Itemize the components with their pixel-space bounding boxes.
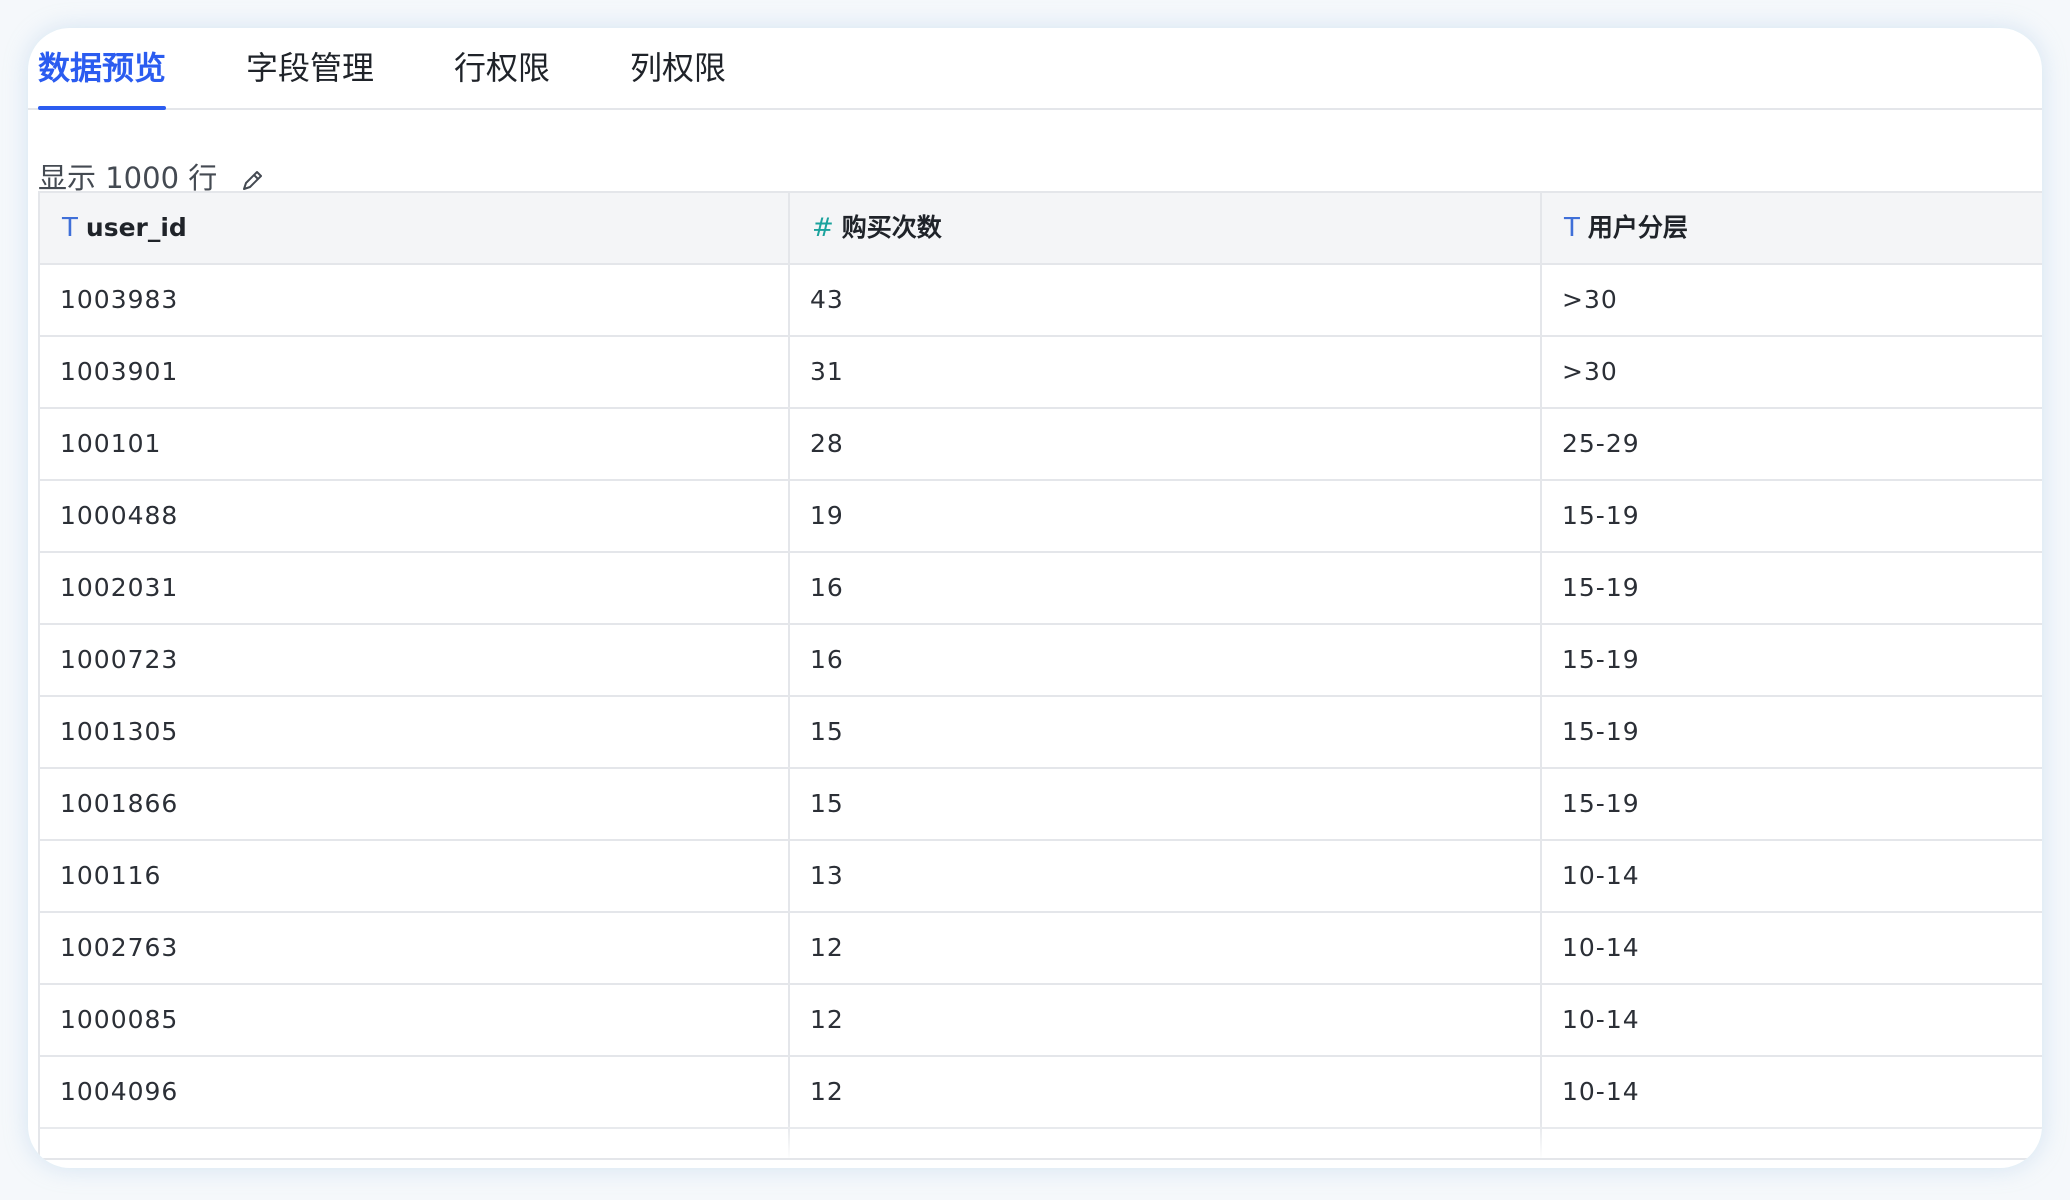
cell-user-tier: 10-14 bbox=[1562, 1005, 1640, 1034]
column-header-user-tier[interactable]: T 用户分层 bbox=[1542, 193, 2042, 263]
cell-user-tier: 15-19 bbox=[1562, 501, 1640, 530]
cell-user-id: 100116 bbox=[40, 841, 790, 911]
cell-user-tier: 15-19 bbox=[1562, 645, 1640, 674]
table-row: 1001866 15 15-19 bbox=[40, 769, 2042, 841]
cell-purchase-count: 16 bbox=[790, 553, 1542, 623]
cell-user-id: 1003901 bbox=[40, 337, 790, 407]
cell-purchase-count: 19 bbox=[790, 481, 1542, 551]
cell-user-tier: 15-19 bbox=[1562, 717, 1640, 746]
cell-user-id: 1002031 bbox=[40, 553, 790, 623]
cell-purchase-count: 15 bbox=[790, 697, 1542, 767]
tab-data-preview[interactable]: 数据预览 bbox=[38, 28, 167, 110]
cell-user-id: 100101 bbox=[40, 409, 790, 479]
cell-purchase-count: 13 bbox=[790, 841, 1542, 911]
table-row: 1003983 43 >30 bbox=[40, 265, 2042, 337]
pencil-icon[interactable] bbox=[238, 166, 266, 194]
data-preview-panel: 数据预览 字段管理 行权限 列权限 显示 1000 行 Tuser_id # 购买… bbox=[28, 28, 2042, 1168]
cell-purchase-count: 16 bbox=[790, 625, 1542, 695]
cell-user-id: 1004096 bbox=[40, 1057, 790, 1127]
cell-purchase-count: 15 bbox=[790, 769, 1542, 839]
cell-user-tier: 15-19 bbox=[1562, 789, 1640, 818]
cell-user-id: 1000488 bbox=[40, 481, 790, 551]
table-header: Tuser_id # 购买次数 T 用户分层 bbox=[40, 193, 2042, 265]
column-header-user-id[interactable]: Tuser_id bbox=[40, 193, 790, 263]
table-row: 1000723 16 15-19 bbox=[40, 625, 2042, 697]
table-row-partial bbox=[40, 1129, 2042, 1160]
cell-purchase-count: 43 bbox=[790, 265, 1542, 335]
cell-user-id: 1002763 bbox=[40, 913, 790, 983]
column-header-label: user_id bbox=[85, 213, 187, 242]
cell-user-tier bbox=[1542, 1129, 2042, 1160]
table-row: 1003901 31 >30 bbox=[40, 337, 2042, 409]
cell-user-tier: 15-19 bbox=[1562, 573, 1640, 602]
table-row: 100116 13 10-14 bbox=[40, 841, 2042, 913]
number-type-icon: # bbox=[812, 213, 834, 243]
cell-purchase-count: 28 bbox=[790, 409, 1542, 479]
cell-user-tier: 10-14 bbox=[1562, 1077, 1640, 1106]
cell-user-tier: 10-14 bbox=[1562, 933, 1640, 962]
cell-user-id: 1003983 bbox=[40, 265, 790, 335]
cell-user-tier: >30 bbox=[1562, 357, 1618, 386]
cell-purchase-count bbox=[790, 1129, 1542, 1160]
tab-field-management[interactable]: 字段管理 bbox=[246, 28, 374, 108]
cell-user-id bbox=[40, 1129, 790, 1160]
data-table: Tuser_id # 购买次数 T 用户分层 1003983 43 >30 1003… bbox=[38, 191, 2042, 1160]
cell-user-tier: 25-29 bbox=[1562, 429, 1640, 458]
row-limit-label: 显示 1000 行 bbox=[38, 161, 218, 195]
table-row: 1002763 12 10-14 bbox=[40, 913, 2042, 985]
cell-user-id: 1001866 bbox=[40, 769, 790, 839]
cell-purchase-count: 12 bbox=[790, 985, 1542, 1055]
cell-user-id: 1000085 bbox=[40, 985, 790, 1055]
cell-purchase-count: 12 bbox=[790, 1057, 1542, 1127]
table-body: 1003983 43 >30 1003901 31 >30 100101 28 … bbox=[40, 265, 2042, 1160]
cell-purchase-count: 12 bbox=[790, 913, 1542, 983]
table-row: 100101 28 25-29 bbox=[40, 409, 2042, 481]
column-header-label: 用户分层 bbox=[1587, 213, 1688, 242]
table-row: 1001305 15 15-19 bbox=[40, 697, 2042, 769]
cell-user-tier: 10-14 bbox=[1562, 861, 1640, 890]
column-header-purchase-count[interactable]: # 购买次数 bbox=[790, 193, 1542, 263]
table-row: 1004096 12 10-14 bbox=[40, 1057, 2042, 1129]
column-header-label: 购买次数 bbox=[841, 213, 942, 242]
table-row: 1000085 12 10-14 bbox=[40, 985, 2042, 1057]
text-type-icon: T bbox=[1564, 213, 1580, 243]
table-row: 1002031 16 15-19 bbox=[40, 553, 2042, 625]
cell-purchase-count: 31 bbox=[790, 337, 1542, 407]
tab-bar: 数据预览 字段管理 行权限 列权限 bbox=[28, 28, 2042, 110]
table-row: 1000488 19 15-19 bbox=[40, 481, 2042, 553]
tab-row-permission[interactable]: 行权限 bbox=[454, 28, 550, 108]
tab-column-permission[interactable]: 列权限 bbox=[630, 28, 726, 108]
cell-user-tier: >30 bbox=[1562, 285, 1618, 314]
cell-user-id: 1000723 bbox=[40, 625, 790, 695]
cell-user-id: 1001305 bbox=[40, 697, 790, 767]
text-type-icon: T bbox=[62, 213, 78, 243]
